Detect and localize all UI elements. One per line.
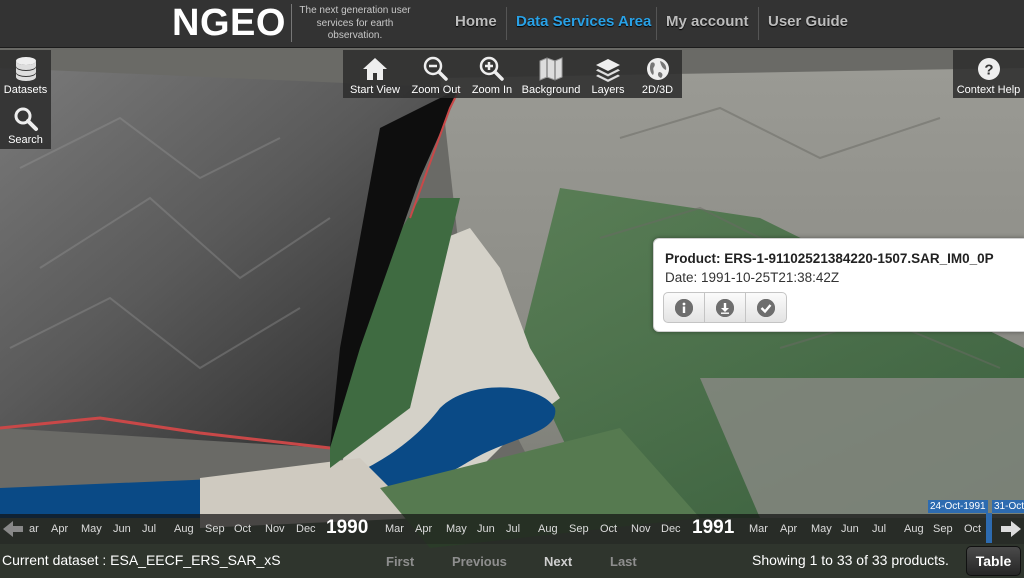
layers-button[interactable]: Layers: [583, 50, 633, 98]
pager-last-button[interactable]: Last: [610, 554, 637, 569]
nav-divider: [758, 7, 759, 40]
timeline-month-label: May: [446, 523, 467, 535]
timeline-month-label: May: [811, 523, 832, 535]
timeline-month-label: Sep: [569, 523, 589, 535]
timeline-month-label: Mar: [385, 523, 404, 535]
home-icon: [361, 54, 389, 84]
current-dataset-text: Current dataset : ESA_EECF_ERS_SAR_xS: [2, 552, 281, 568]
pager-next-button[interactable]: Next: [544, 554, 572, 569]
help-icon: ?: [975, 54, 1003, 84]
pager-previous-button[interactable]: Previous: [452, 554, 507, 569]
popup-product-name: Product: ERS-1-91102521384220-1507.SAR_I…: [665, 251, 994, 266]
search-button[interactable]: Search: [0, 98, 51, 148]
background-label: Background: [521, 84, 581, 96]
product-popup: Product: ERS-1-91102521384220-1507.SAR_I…: [653, 238, 1024, 332]
timeline-month-label: Jul: [142, 523, 157, 535]
table-button[interactable]: Table: [966, 546, 1021, 576]
app-logo[interactable]: NGEO: [172, 2, 286, 45]
results-count-text: Showing 1 to 33 of 33 products.: [752, 552, 949, 568]
download-icon: [716, 298, 734, 317]
nav-divider: [656, 7, 657, 40]
zoom-in-icon: [478, 54, 506, 84]
timeline-year-label: 1991: [692, 517, 735, 538]
left-toolbar: Datasets Search: [0, 50, 51, 149]
zoom-out-button[interactable]: Zoom Out: [407, 50, 465, 98]
timeline-month-label: Aug: [174, 523, 194, 535]
timeline-month-label: Jun: [113, 523, 131, 535]
status-bar: Current dataset : ESA_EECF_ERS_SAR_xS Fi…: [0, 544, 1024, 578]
timeline[interactable]: ar Apr May Jun Jul Aug Sep Oct Nov Dec 1990 Mar Apr M…: [0, 514, 1024, 544]
zoom-out-label: Zoom Out: [411, 84, 461, 96]
globe-icon: [644, 54, 672, 84]
context-help-label: Context Help: [956, 84, 1021, 96]
timeline-month-label: Apr: [51, 523, 69, 535]
svg-text:?: ?: [984, 62, 993, 79]
map-icon: [537, 54, 565, 84]
help-toolbar: ? Context Help: [953, 50, 1024, 98]
background-button[interactable]: Background: [519, 50, 583, 98]
search-label: Search: [8, 134, 43, 146]
pager-first-button[interactable]: First: [386, 554, 414, 569]
timeline-range-start: 24-Oct-1991: [928, 500, 988, 513]
popup-product-date: Date: 1991-10-25T21:38:42Z: [665, 270, 840, 285]
datasets-button[interactable]: Datasets: [0, 50, 51, 98]
timeline-month-label: Aug: [538, 523, 558, 535]
arrow-right-icon: [1001, 521, 1021, 537]
timeline-month-label: Jun: [477, 523, 495, 535]
nav-my-account[interactable]: My account: [666, 13, 749, 30]
product-info-button[interactable]: [664, 293, 705, 322]
popup-action-group: [663, 292, 787, 323]
zoom-out-icon: [422, 54, 450, 84]
datasets-label: Datasets: [3, 84, 48, 96]
2d-3d-button[interactable]: 2D/3D: [633, 50, 682, 98]
timeline-scroll-left-button[interactable]: [2, 520, 24, 543]
info-icon: [675, 298, 693, 317]
search-icon: [12, 104, 40, 134]
timeline-year-label: 1990: [326, 517, 369, 538]
timeline-month-label: Sep: [933, 523, 953, 535]
timeline-month-label: May: [81, 523, 102, 535]
timeline-month-label: Oct: [600, 523, 618, 535]
nav-data-services-area[interactable]: Data Services Area: [516, 13, 651, 30]
layers-icon: [594, 54, 622, 84]
zoom-in-button[interactable]: Zoom In: [465, 50, 519, 98]
nav-user-guide[interactable]: User Guide: [768, 13, 848, 30]
top-header: NGEO The next generation user services f…: [0, 0, 1024, 48]
map-toolbar: Start View Zoom Out Zoom In Background L…: [343, 50, 682, 98]
context-help-button[interactable]: ? Context Help: [953, 50, 1024, 98]
timeline-month-label: Sep: [205, 523, 225, 535]
product-download-button[interactable]: [705, 293, 746, 322]
timeline-month-label: Dec: [661, 523, 681, 535]
database-icon: [12, 54, 40, 84]
arrow-left-icon: [3, 521, 23, 537]
timeline-scroll-right-button[interactable]: [1000, 520, 1022, 543]
timeline-month-label: Apr: [780, 523, 798, 535]
2d-3d-label: 2D/3D: [641, 84, 674, 96]
timeline-month-label: Aug: [904, 523, 924, 535]
nav-divider: [506, 7, 507, 40]
timeline-month-label: Nov: [631, 523, 651, 535]
app-tagline: The next generation user services for ea…: [299, 5, 411, 41]
timeline-month-label: Apr: [415, 523, 433, 535]
timeline-month-label: Nov: [265, 523, 285, 535]
timeline-month-label: Oct: [234, 523, 252, 535]
layers-label: Layers: [591, 84, 625, 96]
timeline-month-label: Oct: [964, 523, 982, 535]
timeline-selected-range[interactable]: [986, 513, 992, 543]
start-view-button[interactable]: Start View: [343, 50, 407, 98]
zoom-in-label: Zoom In: [471, 84, 513, 96]
logo-divider: [291, 4, 292, 42]
product-select-button[interactable]: [746, 293, 786, 322]
nav-home[interactable]: Home: [455, 13, 497, 30]
timeline-month-label: Jun: [841, 523, 859, 535]
timeline-month-label: Jul: [872, 523, 887, 535]
start-view-label: Start View: [350, 84, 400, 96]
timeline-month-label: Jul: [506, 523, 521, 535]
timeline-range-end: 31-Oct: [992, 500, 1024, 513]
check-icon: [757, 298, 775, 317]
timeline-month-label: Dec: [296, 523, 316, 535]
timeline-month-label: ar: [29, 523, 39, 535]
timeline-month-label: Mar: [749, 523, 768, 535]
